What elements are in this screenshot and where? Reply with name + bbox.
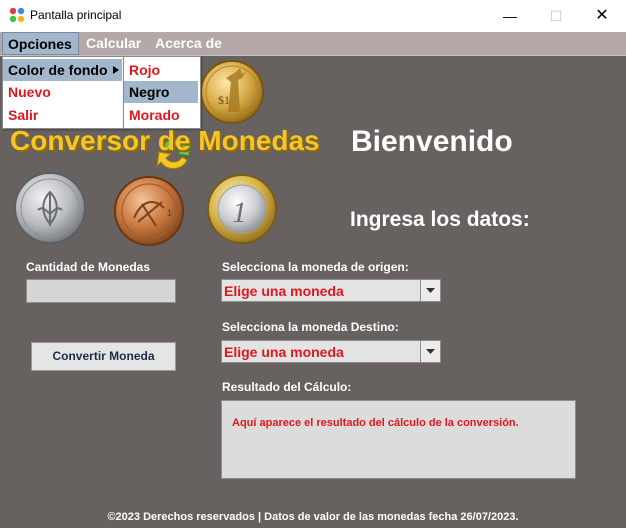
menu-calcular[interactable]: Calcular — [81, 32, 146, 55]
coin-liberty-icon: $1 — [200, 60, 264, 124]
menu-item-color-de-fondo[interactable]: Color de fondo — [3, 59, 122, 81]
menu-item-color-de-fondo-label: Color de fondo — [8, 62, 108, 78]
convert-button[interactable]: Convertir Moneda — [31, 342, 176, 371]
chevron-down-icon[interactable] — [420, 280, 440, 301]
menu-bar: Opciones Calcular Acerca de — [0, 32, 626, 56]
menu-item-nuevo[interactable]: Nuevo — [3, 81, 122, 103]
window-title: Pantalla principal — [30, 8, 122, 22]
dest-select[interactable]: Elige una moneda — [221, 340, 441, 363]
menu-acerca-de[interactable]: Acerca de — [150, 32, 227, 55]
dest-select-value: Elige una moneda — [224, 344, 344, 360]
submenu-item-negro[interactable]: Negro — [124, 81, 198, 103]
title-bar: Pantalla principal — ☐ ✕ — [0, 0, 626, 32]
svg-text:$1: $1 — [218, 93, 230, 107]
amount-input[interactable] — [26, 279, 176, 303]
submenu-item-rojo[interactable]: Rojo — [124, 59, 198, 81]
coin-copper-icon: 1 — [114, 176, 184, 246]
coin-yen-icon — [14, 172, 86, 244]
close-button[interactable]: ✕ — [579, 0, 625, 32]
app-icon — [9, 7, 25, 23]
prompt-heading: Ingresa los datos: — [350, 208, 530, 231]
dest-label: Selecciona la moneda Destino: — [222, 320, 399, 334]
menu-opciones[interactable]: Opciones — [2, 32, 79, 55]
origin-select[interactable]: Elige una moneda — [221, 279, 441, 302]
footer-text: ©2023 Derechos reservados | Datos de val… — [107, 511, 519, 523]
maximize-button[interactable]: ☐ — [533, 0, 579, 32]
chevron-down-icon[interactable] — [420, 341, 440, 362]
origin-label: Selecciona la moneda de origen: — [222, 260, 409, 274]
svg-text:1: 1 — [232, 196, 247, 229]
submenu-item-morado[interactable]: Morado — [124, 104, 198, 126]
submenu-arrow-icon — [113, 66, 119, 74]
color-submenu: Rojo Negro Morado — [123, 56, 201, 129]
minimize-button[interactable]: — — [487, 0, 533, 32]
options-menu: Color de fondo Nuevo Salir — [2, 56, 125, 129]
menu-item-salir[interactable]: Salir — [3, 104, 122, 126]
svg-text:1: 1 — [167, 208, 172, 218]
logo-text: Conversor de Monedas — [10, 125, 320, 156]
origin-select-value: Elige una moneda — [224, 283, 344, 299]
welcome-heading: Bienvenido — [351, 125, 513, 158]
result-text: Aquí aparece el resultado del cálculo de… — [232, 417, 519, 429]
result-area: Aquí aparece el resultado del cálculo de… — [221, 400, 576, 479]
coin-euro-icon: 1 — [207, 174, 277, 244]
result-label: Resultado del Cálculo: — [222, 380, 352, 394]
amount-label: Cantidad de Monedas — [26, 260, 151, 274]
